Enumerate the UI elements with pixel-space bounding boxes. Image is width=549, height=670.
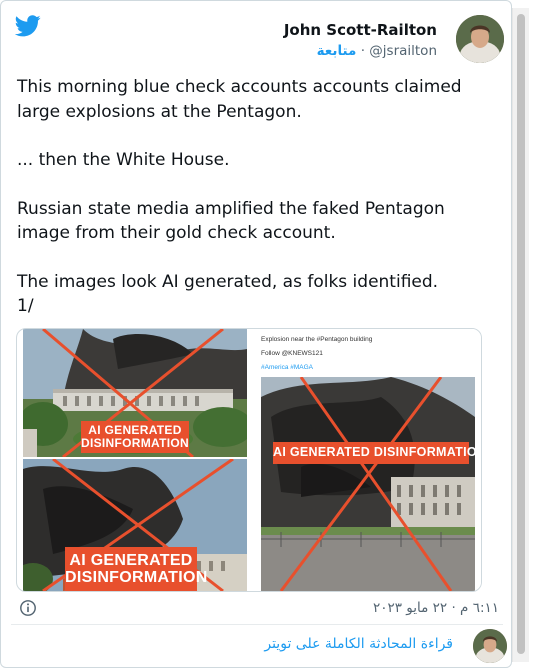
disinformation-label: AI GENERATED DISINFORMATION bbox=[65, 547, 207, 591]
media-image-right[interactable]: Explosion near the #Pentagon building Fo… bbox=[255, 329, 481, 591]
tweet-footer: قراءة المحادثة الكاملة على تويتر bbox=[1, 629, 513, 669]
image-caption-line: #America #MAGA bbox=[261, 364, 314, 371]
tweet-meta: ٦:١١ م · ٢٢ مايو ٢٠٢٣ bbox=[17, 598, 499, 620]
info-icon[interactable] bbox=[19, 599, 37, 617]
separator: · bbox=[360, 43, 365, 59]
disinformation-label: AI GENERATED DISINFORMATION bbox=[273, 442, 481, 464]
tweet-paragraph: This morning blue check accounts account… bbox=[17, 77, 467, 122]
author-name[interactable]: John Scott-Railton bbox=[284, 21, 437, 39]
avatar[interactable] bbox=[456, 15, 504, 63]
scrollbar-thumb[interactable] bbox=[517, 14, 525, 654]
author-line2: متابعة · @jsrailton bbox=[284, 42, 437, 60]
tweet-media[interactable]: AI GENERATED DISINFORMATION AI GENERATED… bbox=[16, 328, 482, 592]
image-caption-line: Explosion near the #Pentagon building bbox=[261, 336, 373, 343]
tweet-card: John Scott-Railton متابعة · @jsrailton T… bbox=[0, 0, 512, 668]
media-image-left-bottom[interactable]: AI GENERATED DISINFORMATION bbox=[23, 459, 247, 591]
tweet-paragraph: ... then the White House. bbox=[17, 150, 230, 170]
avatar[interactable] bbox=[473, 629, 507, 663]
author-handle[interactable]: @jsrailton bbox=[369, 43, 437, 59]
disinformation-label: AI GENERATED DISINFORMATION bbox=[81, 421, 189, 453]
tweet-paragraph: Russian state media amplified the faked … bbox=[17, 198, 451, 244]
divider bbox=[11, 624, 503, 625]
tweet-paragraph: The images look AI generated, as folks i… bbox=[17, 271, 439, 317]
image-caption: Explosion near the #Pentagon building Fo… bbox=[261, 333, 372, 375]
read-conversation-link[interactable]: قراءة المحادثة الكاملة على تويتر bbox=[264, 636, 453, 652]
tweet-text: This morning blue check accounts account… bbox=[17, 75, 497, 343]
follow-button[interactable]: متابعة bbox=[317, 43, 357, 59]
media-image-left-top[interactable]: AI GENERATED DISINFORMATION bbox=[23, 329, 247, 457]
author-info: John Scott-Railton متابعة · @jsrailton bbox=[284, 21, 437, 60]
scrollbar[interactable] bbox=[512, 8, 529, 662]
timestamp[interactable]: ٦:١١ م · ٢٢ مايو ٢٠٢٣ bbox=[373, 600, 499, 616]
image-caption-line: Follow @KNEWS121 bbox=[261, 350, 323, 357]
twitter-bird-icon[interactable] bbox=[15, 15, 41, 37]
